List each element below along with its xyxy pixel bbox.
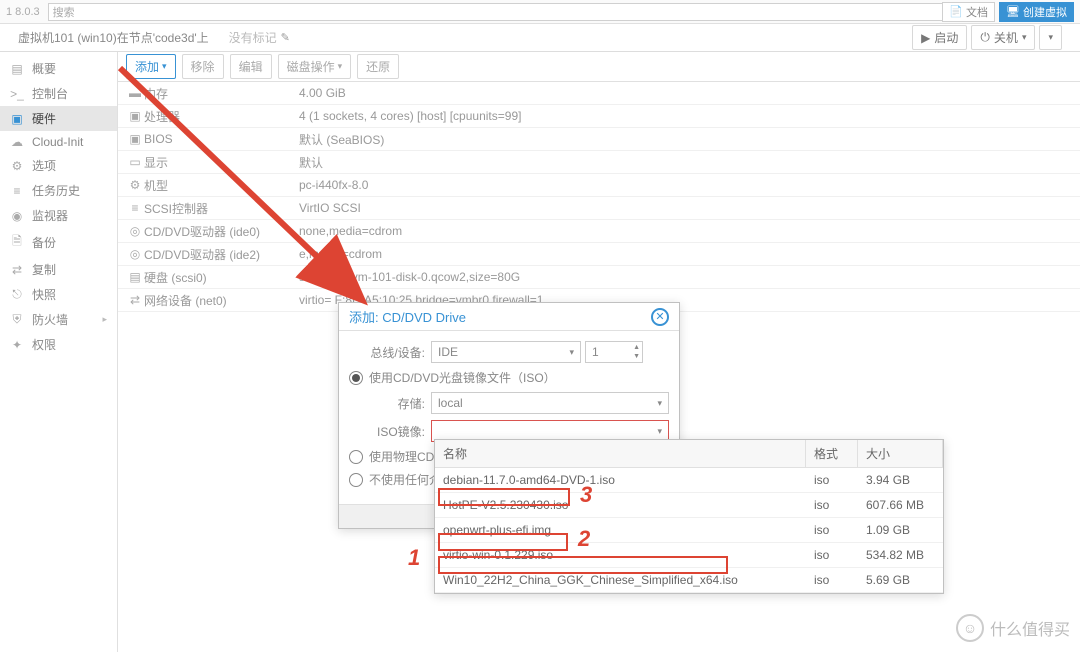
hw-row-display[interactable]: ▭显示默认	[118, 151, 1080, 174]
edit-tag-icon[interactable]: ✎	[281, 31, 290, 44]
version-label: 1 8.0.3	[6, 6, 40, 18]
docs-button[interactable]: 📄文档	[942, 2, 995, 22]
cpu-icon: ▣	[126, 109, 144, 123]
monitor-icon: 🖥	[1006, 5, 1020, 18]
chevron-down-icon: ▾	[569, 347, 574, 358]
summary-icon: ▤	[10, 62, 24, 76]
add-button[interactable]: 添加▾	[126, 54, 176, 79]
start-button[interactable]: ▶启动	[912, 25, 967, 50]
dialog-title: 添加: CD/DVD Drive	[349, 307, 466, 326]
sidebar-item-backup[interactable]: 🗎备份	[0, 228, 117, 257]
radio-iso[interactable]	[349, 371, 363, 385]
memory-icon: ▬	[126, 86, 144, 100]
bus-select[interactable]: IDE▾	[431, 341, 581, 363]
sidebar-item-replication[interactable]: ⇄复制	[0, 257, 117, 282]
col-format-header[interactable]: 格式	[806, 440, 858, 467]
radio-physical[interactable]	[349, 450, 363, 464]
cloud-icon: ☁	[10, 135, 24, 149]
doc-icon: 📄	[949, 5, 963, 18]
hw-row-scsi[interactable]: ≡SCSI控制器VirtIO SCSI	[118, 197, 1080, 220]
hw-row-cd0[interactable]: ◎CD/DVD驱动器 (ide0)none,media=cdrom	[118, 220, 1080, 243]
sidebar-item-tasks[interactable]: ≡任务历史	[0, 178, 117, 203]
close-button[interactable]: ✕	[651, 308, 669, 326]
chevron-down-icon: ▾	[657, 398, 662, 409]
chevron-down-icon: ▾	[1048, 32, 1053, 43]
disc-icon: ◎	[126, 224, 144, 238]
bus-label: 总线/设备:	[349, 344, 431, 361]
remove-button[interactable]: 移除	[182, 54, 224, 79]
chip-icon: ▣	[126, 132, 144, 146]
console-icon: >_	[10, 87, 24, 101]
save-icon: 🗎	[10, 232, 24, 253]
iso-label: ISO镜像:	[349, 423, 431, 440]
sync-icon: ⇄	[10, 263, 24, 277]
sidebar-item-monitor[interactable]: ◉监视器	[0, 203, 117, 228]
sidebar: ▤概要 >_控制台 ▣硬件 ☁Cloud-Init ⚙选项 ≡任务历史 ◉监视器…	[0, 52, 118, 652]
shield-icon: ⛨	[10, 312, 24, 327]
annotation-number-2: 2	[578, 526, 590, 552]
more-button[interactable]: ▾	[1039, 25, 1062, 50]
hdd-icon: ≡	[126, 201, 144, 215]
bus-number-input[interactable]: 1▲▼	[585, 341, 643, 363]
hdd-icon: ▤	[126, 270, 144, 284]
hardware-icon: ▣	[10, 112, 24, 126]
sidebar-item-snapshot[interactable]: ⎋快照	[0, 282, 117, 307]
create-vm-button[interactable]: 🖥创建虚拟	[999, 2, 1074, 22]
storage-select[interactable]: local▾	[431, 392, 669, 414]
hw-row-memory[interactable]: ▬内存4.00 GiB	[118, 82, 1080, 105]
shutdown-button[interactable]: ⏻关机▾	[971, 25, 1035, 50]
hw-row-cpu[interactable]: ▣处理器4 (1 sockets, 4 cores) [host] [cpuun…	[118, 105, 1080, 128]
watermark-icon: ☺	[956, 614, 984, 642]
list-icon: ≡	[10, 184, 24, 198]
annotation-box-1	[438, 556, 728, 574]
sidebar-item-console[interactable]: >_控制台	[0, 81, 117, 106]
sidebar-item-options[interactable]: ⚙选项	[0, 153, 117, 178]
chevron-down-icon: ▾	[162, 61, 167, 72]
sidebar-item-firewall[interactable]: ⛨防火墙▸	[0, 307, 117, 332]
annotation-box-3	[438, 488, 570, 506]
cogs-icon: ⚙	[126, 178, 144, 192]
radio-none[interactable]	[349, 473, 363, 487]
history-icon: ⎋	[10, 287, 24, 302]
sidebar-item-cloudinit[interactable]: ☁Cloud-Init	[0, 131, 117, 153]
sidebar-item-hardware[interactable]: ▣硬件	[0, 106, 117, 131]
sidebar-item-permissions[interactable]: ✦权限	[0, 332, 117, 357]
spinner-up-icon[interactable]: ▲	[633, 343, 640, 352]
play-icon: ▶	[921, 31, 930, 45]
chevron-down-icon: ▾	[1022, 32, 1027, 43]
chevron-right-icon: ▸	[102, 314, 107, 325]
power-icon: ⏻	[980, 30, 990, 45]
breadcrumb: 虚拟机101 (win10)在节点'code3d'上	[18, 29, 209, 46]
network-icon: ⇄	[126, 293, 144, 307]
spinner-down-icon[interactable]: ▼	[633, 352, 640, 361]
radio-iso-label: 使用CD/DVD光盘镜像文件（ISO）	[369, 369, 556, 386]
hw-row-bios[interactable]: ▣BIOS默认 (SeaBIOS)	[118, 128, 1080, 151]
hw-row-disk[interactable]: ▤硬盘 (scsi0)sata :101/vm-101-disk-0.qcow2…	[118, 266, 1080, 289]
eye-icon: ◉	[10, 209, 24, 223]
display-icon: ▭	[126, 155, 144, 169]
hw-row-cd2[interactable]: ◎CD/DVD驱动器 (ide2) e,media=cdrom	[118, 243, 1080, 266]
search-input[interactable]: 搜索	[48, 3, 943, 21]
sidebar-item-summary[interactable]: ▤概要	[0, 56, 117, 81]
chevron-down-icon: ▾	[657, 426, 662, 437]
annotation-box-2	[438, 533, 568, 551]
disc-icon: ◎	[126, 247, 144, 261]
storage-label: 存储:	[349, 395, 431, 412]
watermark: ☺ 什么值得买	[956, 614, 1070, 642]
annotation-number-3: 3	[580, 482, 592, 508]
hw-row-machine[interactable]: ⚙机型pc-i440fx-8.0	[118, 174, 1080, 197]
gear-icon: ⚙	[10, 159, 24, 173]
annotation-number-1: 1	[408, 545, 420, 571]
col-size-header[interactable]: 大小	[858, 440, 943, 467]
disk-action-button[interactable]: 磁盘操作▾	[278, 54, 352, 79]
edit-button[interactable]: 编辑	[230, 54, 272, 79]
revert-button[interactable]: 还原	[357, 54, 399, 79]
key-icon: ✦	[10, 338, 24, 352]
tag-label: 没有标记	[229, 29, 277, 46]
chevron-down-icon: ▾	[338, 61, 343, 72]
col-name-header[interactable]: 名称	[435, 440, 806, 467]
